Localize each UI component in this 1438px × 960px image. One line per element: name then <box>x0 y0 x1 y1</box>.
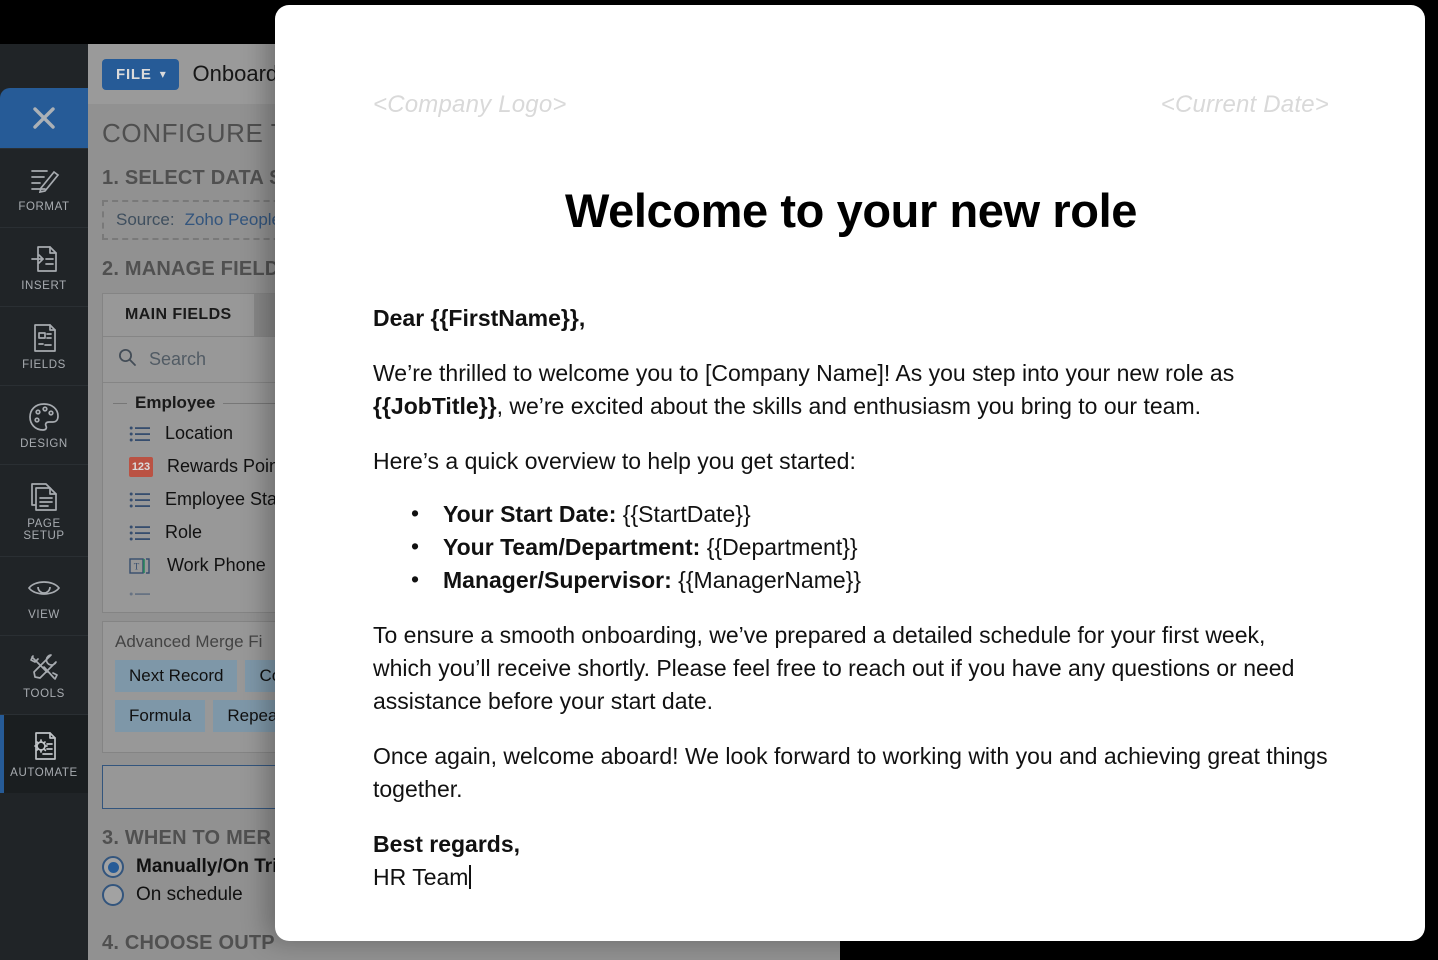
document-preview-panel[interactable]: <Company Logo> <Current Date> Welcome to… <box>275 5 1425 941</box>
field-label: Rewards Poin <box>167 456 280 476</box>
overview-paragraph: Here’s a quick overview to help you get … <box>373 448 856 474</box>
sidebar-item-label: FORMAT <box>18 201 70 213</box>
sidebar-item-fields[interactable]: FIELDS <box>0 306 88 385</box>
sidebar-item-page-setup[interactable]: PAGE SETUP <box>0 464 88 556</box>
automate-gear-icon <box>28 729 60 763</box>
intro-text-b: , we’re excited about the skills and ent… <box>496 393 1201 419</box>
sign-off-name-row: HR Team <box>373 861 1329 894</box>
view-eye-icon <box>26 571 62 605</box>
closing-paragraph: Once again, welcome aboard! We look forw… <box>373 743 1328 802</box>
intro-paragraph: We’re thrilled to welcome you to [Compan… <box>373 357 1329 423</box>
document-body[interactable]: Dear {{FirstName}}, We’re thrilled to we… <box>373 302 1329 894</box>
page-setup-icon <box>27 480 61 514</box>
radio-unselected-icon[interactable] <box>102 884 124 906</box>
text-caret <box>469 865 472 889</box>
format-brush-icon <box>27 163 61 197</box>
document-header: <Company Logo> <Current Date> <box>373 91 1329 119</box>
list-icon <box>129 524 151 542</box>
chevron-down-icon: ▾ <box>159 67 167 81</box>
file-menu-button[interactable]: FILE ▾ <box>102 58 179 90</box>
radio-selected-icon[interactable] <box>102 856 124 878</box>
left-toolbar: FORMAT INSERT FIELDS DESIGN PAGE SETUP V… <box>0 44 88 960</box>
group-rule-left <box>113 402 127 404</box>
jobtitle-merge-field: {{JobTitle}} <box>373 393 497 419</box>
tools-wrench-icon <box>27 650 61 684</box>
chip-next-record[interactable]: Next Record <box>115 660 238 692</box>
close-x-icon <box>27 101 61 135</box>
bullet-label: Your Start Date: <box>443 501 617 527</box>
sidebar-item-design[interactable]: DESIGN <box>0 385 88 464</box>
fields-doc-icon <box>28 321 60 355</box>
signature-block: Best regards, HR Team <box>373 828 1329 894</box>
header-current-date-placeholder[interactable]: <Current Date> <box>1161 91 1329 119</box>
document-heading: Welcome to your new role <box>565 184 1137 237</box>
field-label: Employee Sta <box>165 489 278 509</box>
sidebar-item-label: TOOLS <box>23 688 65 700</box>
list-item: Your Team/Department: {{Department}} <box>373 530 1329 564</box>
sidebar-item-automate[interactable]: AUTOMATE <box>0 714 88 793</box>
file-menu-label: FILE <box>116 65 152 83</box>
field-label: Work Phone <box>167 555 266 575</box>
screen: FORMAT INSERT FIELDS DESIGN PAGE SETUP V… <box>0 0 1438 960</box>
search-icon <box>117 347 137 372</box>
chip-formula[interactable]: Formula <box>115 700 206 732</box>
text-field-icon: T <box>129 556 153 576</box>
list-icon <box>129 588 151 606</box>
sidebar-item-tools[interactable]: TOOLS <box>0 635 88 714</box>
merge-option-label: On schedule <box>136 884 243 905</box>
header-company-logo-placeholder[interactable]: <Company Logo> <box>373 91 567 119</box>
list-item: Your Start Date: {{StartDate}} <box>373 497 1329 531</box>
sign-off-label: Best regards, <box>373 831 521 857</box>
bullet-value: {{StartDate}} <box>616 501 751 527</box>
bullet-value: {{Department}} <box>700 534 858 560</box>
sidebar-item-label: INSERT <box>21 280 67 292</box>
sidebar-item-insert[interactable]: INSERT <box>0 227 88 306</box>
list-icon <box>129 491 151 509</box>
number-123-icon: 123 <box>129 456 153 477</box>
intro-text-a: We’re thrilled to welcome you to [Compan… <box>373 360 1235 386</box>
field-label: Location <box>165 423 234 443</box>
insert-doc-icon <box>28 242 60 276</box>
bullet-value: {{ManagerName}} <box>671 567 862 593</box>
sidebar-item-format[interactable]: FORMAT <box>0 148 88 227</box>
source-label: Source: <box>116 210 175 229</box>
sidebar-item-label: FIELDS <box>22 359 66 371</box>
close-button[interactable] <box>0 88 88 148</box>
list-icon <box>129 425 151 443</box>
bullet-label: Manager/Supervisor: <box>443 567 672 593</box>
sign-off-name: HR Team <box>373 864 469 890</box>
sidebar-item-label: PAGE SETUP <box>23 517 65 542</box>
sidebar-item-view[interactable]: VIEW <box>0 556 88 635</box>
bullet-label: Your Team/Department: <box>443 534 701 560</box>
sidebar-item-label: VIEW <box>28 609 60 621</box>
search-placeholder: Search <box>149 349 207 369</box>
document-page: <Company Logo> <Current Date> Welcome to… <box>275 5 1425 894</box>
sidebar-item-label: AUTOMATE <box>10 767 78 779</box>
field-group-label: Employee <box>135 393 216 412</box>
design-palette-icon <box>27 400 61 434</box>
salutation-paragraph: Dear {{FirstName}}, <box>373 302 1329 335</box>
list-item: Manager/Supervisor: {{ManagerName}} <box>373 563 1329 597</box>
overview-bullet-list: Your Start Date: {{StartDate}} Your Team… <box>373 497 1329 597</box>
field-label: Role <box>165 522 203 542</box>
source-value[interactable]: Zoho People <box>185 210 281 230</box>
sidebar-item-label: DESIGN <box>20 438 68 450</box>
onboarding-paragraph: To ensure a smooth onboarding, we’ve pre… <box>373 622 1295 714</box>
svg-text:T: T <box>134 561 140 571</box>
tab-main-fields[interactable]: MAIN FIELDS <box>103 294 254 336</box>
salutation-text: Dear {{FirstName}}, <box>373 305 586 331</box>
